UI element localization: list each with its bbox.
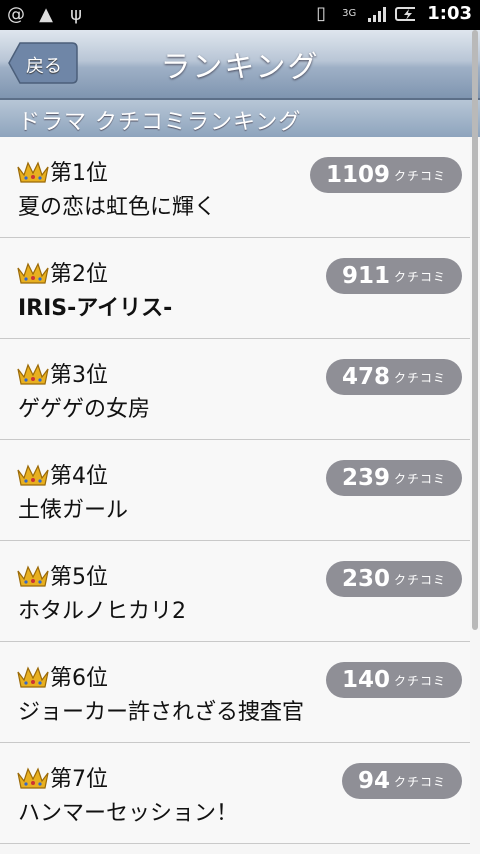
ranking-list: 第1位 1109 クチコミ 夏の恋は虹色に輝く 第2位 911 クチコミ IRIS-… xyxy=(0,137,470,844)
review-count: 230 xyxy=(341,566,390,592)
review-count-badge: 94 クチコミ xyxy=(341,763,462,799)
drama-title: ハンマーセッション！ xyxy=(18,801,239,826)
drama-title: 土俵ガール xyxy=(18,498,129,523)
rank-label: 第7位 xyxy=(50,767,108,792)
crown-icon xyxy=(17,262,49,284)
review-unit: クチコミ xyxy=(393,168,446,183)
review-count-badge: 1109 クチコミ xyxy=(309,157,462,193)
scrollbar[interactable] xyxy=(472,30,478,630)
review-unit: クチコミ xyxy=(393,269,446,284)
list-item[interactable]: 第3位 478 クチコミ ゲゲゲの女房 xyxy=(0,339,470,440)
drama-title: ジョーカー許されざる捜査官 xyxy=(18,700,305,725)
crown-icon xyxy=(17,767,49,789)
rank-label: 第5位 xyxy=(50,565,108,590)
section-header: ドラマ クチコミランキング xyxy=(0,100,480,137)
title-bar: 戻る ランキング xyxy=(0,30,480,100)
status-bar: @ ▲ ψ ▯ 3G 1:03 xyxy=(0,0,480,30)
review-count-badge: 140 クチコミ xyxy=(325,662,462,698)
rank-label: 第1位 xyxy=(50,161,108,186)
network-3g-icon: 3G xyxy=(342,8,357,19)
rank-label: 第3位 xyxy=(50,363,108,388)
review-count: 1109 xyxy=(325,162,390,188)
usb-icon: ψ xyxy=(70,3,82,25)
crown-icon xyxy=(17,363,49,385)
crown-icon xyxy=(17,161,49,183)
review-count-badge: 239 クチコミ xyxy=(325,460,462,496)
drama-title: 夏の恋は虹色に輝く xyxy=(18,195,217,220)
list-item[interactable]: 第5位 230 クチコミ ホタルノヒカリ2 xyxy=(0,541,470,642)
review-unit: クチコミ xyxy=(393,774,446,789)
drama-title: ゲゲゲの女房 xyxy=(18,397,151,422)
at-sign-icon: @ xyxy=(7,3,25,25)
rank-label: 第2位 xyxy=(50,262,108,287)
review-count: 140 xyxy=(341,667,390,693)
review-count: 94 xyxy=(357,768,390,794)
drama-title: IRIS-アイリス- xyxy=(18,296,173,321)
rank-label: 第6位 xyxy=(50,666,108,691)
review-count-badge: 911 クチコミ xyxy=(325,258,462,294)
vibrate-icon: ▯ xyxy=(316,3,327,24)
review-count: 478 xyxy=(341,364,390,390)
review-count-badge: 478 クチコミ xyxy=(325,359,462,395)
review-count: 239 xyxy=(341,465,390,491)
battery-charging-icon xyxy=(395,4,416,24)
crown-icon xyxy=(17,464,49,486)
clock: 1:03 xyxy=(427,3,472,24)
section-label: ドラマ クチコミランキング xyxy=(18,110,302,135)
list-item[interactable]: 第4位 239 クチコミ 土俵ガール xyxy=(0,440,470,541)
list-item[interactable]: 第2位 911 クチコミ IRIS-アイリス- xyxy=(0,238,470,339)
list-item[interactable]: 第7位 94 クチコミ ハンマーセッション！ xyxy=(0,743,470,844)
review-unit: クチコミ xyxy=(393,572,446,587)
signal-icon xyxy=(367,4,387,24)
review-unit: クチコミ xyxy=(393,370,446,385)
review-count-badge: 230 クチコミ xyxy=(325,561,462,597)
crown-icon xyxy=(17,565,49,587)
page-title: ランキング xyxy=(160,50,320,85)
list-item[interactable]: 第1位 1109 クチコミ 夏の恋は虹色に輝く xyxy=(0,137,470,238)
crown-icon xyxy=(17,666,49,688)
list-item[interactable]: 第6位 140 クチコミ ジョーカー許されざる捜査官 xyxy=(0,642,470,743)
rank-label: 第4位 xyxy=(50,464,108,489)
review-count: 911 xyxy=(341,263,390,289)
drama-title: ホタルノヒカリ2 xyxy=(18,599,186,624)
warning-icon: ▲ xyxy=(39,3,53,25)
review-unit: クチコミ xyxy=(393,471,446,486)
review-unit: クチコミ xyxy=(393,673,446,688)
